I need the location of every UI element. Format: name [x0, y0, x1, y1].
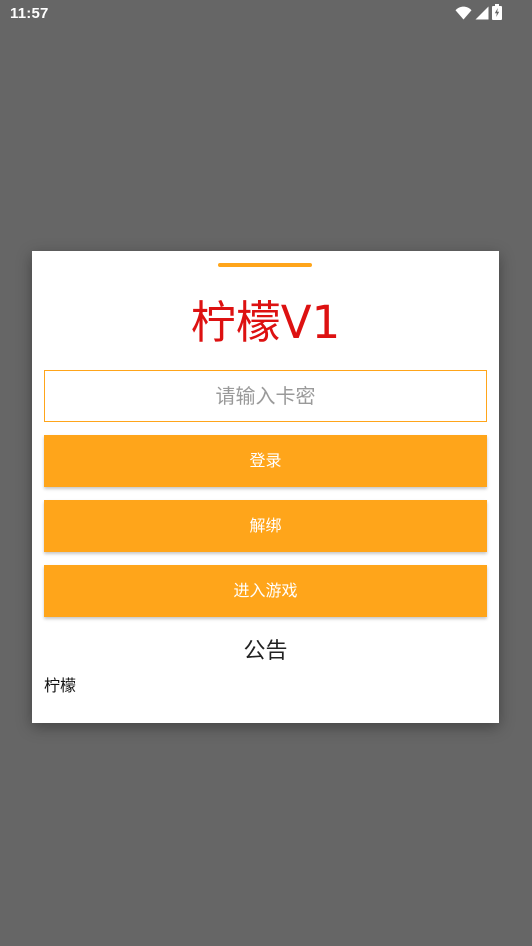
wifi-icon	[455, 5, 472, 24]
status-bar: 11:57	[0, 0, 532, 30]
cell-signal-icon	[475, 5, 489, 24]
status-time: 11:57	[10, 5, 49, 22]
battery-charging-icon	[492, 4, 502, 24]
status-icons	[455, 4, 502, 24]
notice-body: 柠檬	[44, 676, 77, 695]
login-button[interactable]: 登录	[44, 435, 487, 487]
dialog-drag-handle[interactable]	[218, 263, 312, 267]
card-key-input[interactable]	[44, 370, 487, 422]
notice-title: 公告	[243, 639, 288, 664]
screen: 11:57 柠檬V1 请输入卡密 登录 解绑 进入游戏 公告 柠檬	[0, 0, 532, 946]
enter-game-button[interactable]: 进入游戏	[44, 565, 487, 617]
unbind-button[interactable]: 解绑	[44, 500, 487, 552]
dialog-title: 柠檬V1	[190, 296, 341, 349]
login-dialog: 柠檬V1 登录 解绑 进入游戏 公告 柠檬	[32, 251, 499, 723]
